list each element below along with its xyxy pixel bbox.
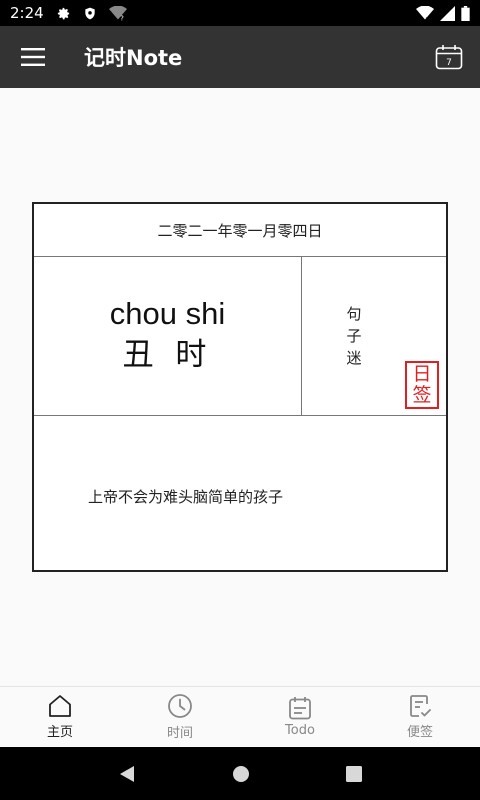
menu-button[interactable] bbox=[0, 26, 66, 88]
nav-time-label: 时间 bbox=[166, 726, 193, 741]
app-bar: 记时Note 7 bbox=[0, 26, 480, 88]
hour-name: 丑 时 bbox=[122, 337, 213, 373]
nav-home[interactable]: 主页 bbox=[0, 687, 120, 747]
bottom-nav: 主页 时间 Todo 便签 bbox=[0, 686, 480, 747]
system-nav-bar bbox=[0, 747, 480, 800]
daily-card: 二零二一年零一月零四日 chou shi 丑 时 句子迷 日 签 上帝不会为难头… bbox=[32, 202, 448, 572]
svg-text:?: ? bbox=[120, 14, 124, 21]
shield-icon bbox=[85, 7, 95, 19]
source-label: 句子迷 bbox=[346, 305, 362, 367]
date-label: 二零二一年零一月零四日 bbox=[34, 204, 446, 257]
hamburger-menu-icon bbox=[21, 48, 45, 66]
nav-todo[interactable]: Todo bbox=[240, 687, 360, 747]
app-title: 记时Note bbox=[84, 46, 183, 70]
hour-pinyin: chou shi bbox=[109, 296, 226, 331]
wifi-off-icon: x bbox=[416, 5, 434, 21]
wifi-question-icon: ? bbox=[108, 5, 127, 21]
svg-text:x: x bbox=[426, 15, 430, 21]
nav-todo-label: Todo bbox=[285, 723, 315, 738]
home-icon bbox=[49, 695, 71, 717]
nav-notes-label: 便签 bbox=[406, 725, 433, 740]
note-check-icon bbox=[410, 695, 431, 717]
calendar-button[interactable]: 7 bbox=[418, 26, 480, 88]
battery-icon bbox=[461, 5, 470, 21]
status-bar: 2:24 ? x bbox=[0, 0, 480, 26]
hour-cell: chou shi 丑 时 bbox=[34, 257, 302, 415]
calendar-day-number: 7 bbox=[446, 58, 452, 68]
quote-row: 上帝不会为难头脑简单的孩子 bbox=[34, 415, 446, 570]
clock-icon bbox=[168, 694, 192, 718]
side-cell: 句子迷 日 签 bbox=[302, 257, 446, 415]
home-circle-icon[interactable] bbox=[232, 765, 250, 783]
seal-bottom-char: 签 bbox=[412, 384, 432, 406]
seal-top-char: 日 bbox=[412, 363, 432, 385]
nav-time[interactable]: 时间 bbox=[120, 687, 240, 747]
calendar-icon: 7 bbox=[435, 45, 463, 70]
nav-notes[interactable]: 便签 bbox=[360, 687, 480, 747]
recents-square-icon[interactable] bbox=[346, 765, 362, 782]
back-icon[interactable] bbox=[118, 765, 136, 783]
signal-icon bbox=[440, 5, 455, 21]
settings-gear-icon bbox=[57, 7, 69, 19]
quote-text: 上帝不会为难头脑简单的孩子 bbox=[88, 488, 284, 506]
calendar-list-icon bbox=[289, 697, 311, 720]
status-time: 2:24 bbox=[10, 4, 44, 22]
nav-home-label: 主页 bbox=[46, 725, 73, 740]
daily-seal-stamp: 日 签 bbox=[405, 361, 439, 409]
